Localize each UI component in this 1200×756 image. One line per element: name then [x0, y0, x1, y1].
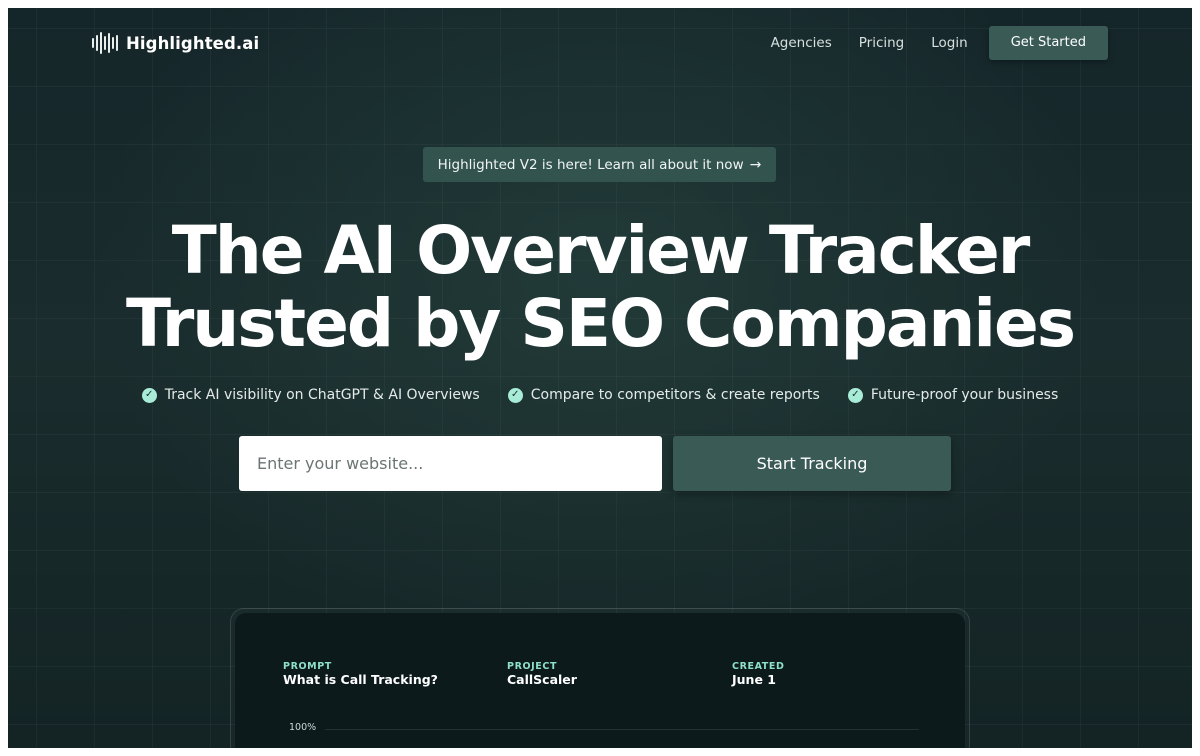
project-label: PROJECT	[507, 661, 558, 672]
prompt-value: What is Call Tracking?	[283, 672, 438, 687]
top-nav: Agencies Pricing Login Get Started	[771, 26, 1108, 60]
sound-wave-logo-icon	[92, 32, 118, 54]
hero-title-line-2: Trusted by SEO Companies	[125, 285, 1076, 362]
feature-item: ✓ Track AI visibility on ChatGPT & AI Ov…	[141, 387, 480, 403]
chart-gridline	[325, 729, 919, 730]
check-circle-icon: ✓	[507, 387, 523, 403]
arrow-right-icon: →	[749, 156, 762, 173]
page-frame: Highlighted.ai Agencies Pricing Login Ge…	[8, 8, 1192, 748]
check-circle-icon: ✓	[141, 387, 157, 403]
brand-logo[interactable]: Highlighted.ai	[92, 32, 259, 54]
prompt-meta: PROMPT What is Call Tracking?	[283, 661, 438, 687]
get-started-button[interactable]: Get Started	[988, 26, 1108, 60]
brand-name: Highlighted.ai	[126, 33, 260, 53]
created-meta: CREATED June 1	[732, 661, 784, 687]
nav-link-agencies[interactable]: Agencies	[771, 35, 832, 51]
feature-text: Future-proof your business	[870, 387, 1059, 403]
nav-link-pricing[interactable]: Pricing	[859, 35, 905, 51]
dashboard-preview: PROMPT What is Call Tracking? PROJECT Ca…	[230, 608, 970, 748]
project-value: CallScaler	[507, 672, 577, 687]
feature-list: ✓ Track AI visibility on ChatGPT & AI Ov…	[8, 387, 1192, 403]
prompt-label: PROMPT	[283, 661, 332, 672]
check-circle-icon: ✓	[847, 387, 863, 403]
created-value: June 1	[732, 672, 776, 687]
project-meta: PROJECT CallScaler	[507, 661, 577, 687]
start-tracking-button[interactable]: Start Tracking	[673, 436, 951, 491]
announcement-banner[interactable]: Highlighted V2 is here! Learn all about …	[423, 147, 776, 182]
created-label: CREATED	[732, 661, 785, 672]
announcement-text: Highlighted V2 is here! Learn all about …	[437, 156, 744, 173]
preview-card: PROMPT What is Call Tracking? PROJECT Ca…	[235, 613, 965, 748]
feature-text: Track AI visibility on ChatGPT & AI Over…	[164, 387, 480, 403]
website-input[interactable]	[239, 436, 662, 491]
feature-item: ✓ Compare to competitors & create report…	[507, 387, 820, 403]
nav-link-login[interactable]: Login	[931, 35, 967, 51]
chart-axis-label: 100%	[289, 722, 317, 733]
hero-title-line-1: The AI Overview Tracker	[171, 212, 1031, 289]
feature-text: Compare to competitors & create reports	[530, 387, 820, 403]
feature-item: ✓ Future-proof your business	[847, 387, 1059, 403]
